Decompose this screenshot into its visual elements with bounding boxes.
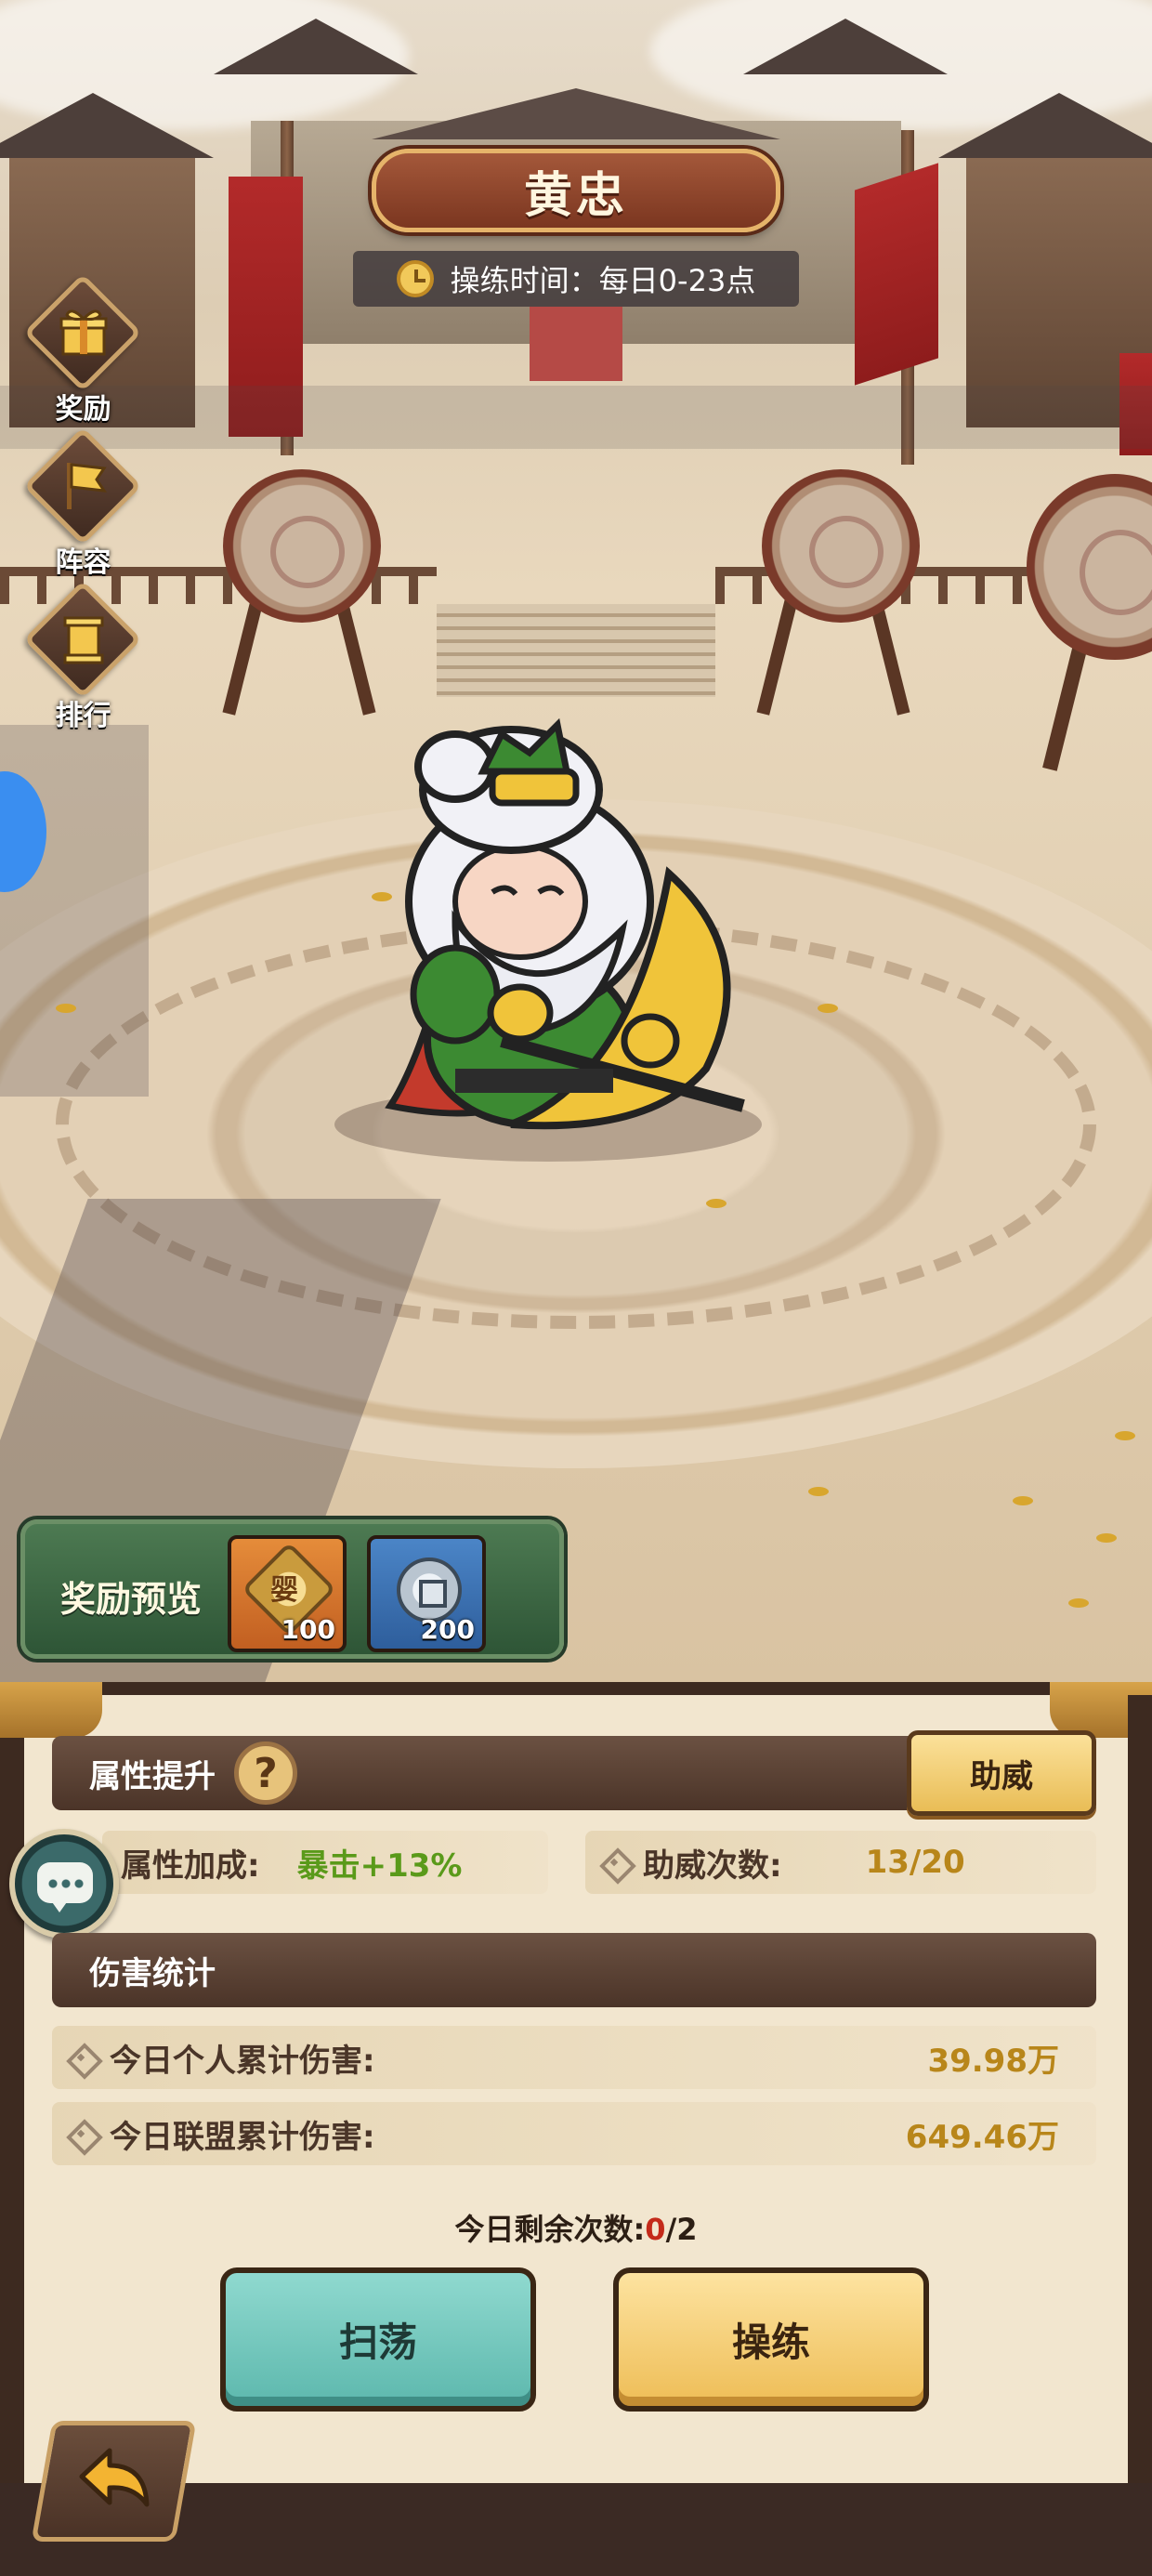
cheer-count-value: 13/20 [865,1844,965,1881]
side-label-ranking: 排行 [55,700,111,732]
personal-damage-value: 39.98万 [927,2042,1059,2080]
side-label-rewards: 奖励 [55,393,111,426]
attribute-bonus-label: 属性加成: [121,1847,260,1885]
attribute-bonus-row: 属性加成: 暴击+13% [102,1831,548,1894]
cheer-count-label: 助威次数: [643,1847,782,1885]
reward-preview-label: 奖励预览 [60,1579,203,1620]
diamond-bullet-icon [600,1848,628,1876]
diamond-bullet-icon [67,2120,95,2148]
remaining-label: 今日剩余次数: [454,2212,646,2247]
attribute-bonus-value: 暴击+13% [296,1847,463,1885]
reward-item-count: 200 [420,1614,475,1645]
side-button-ranking[interactable]: 排行 [20,580,146,739]
train-button[interactable]: 操练 [613,2267,929,2412]
damage-section-header: 伤害统计 [52,1933,1096,2007]
back-arrow-icon [79,2448,150,2507]
help-icon[interactable]: ? [234,1741,297,1805]
reward-preview-panel: 奖励预览 婴 100 200 [20,1519,564,1659]
alliance-damage-row: 今日联盟累计伤害: 649.46万 [52,2102,1096,2165]
hero-character-huang-zhong[interactable] [372,716,780,1152]
gift-icon [59,309,108,356]
hero-name-plate: 黄忠 [372,149,780,232]
training-time-bar: 操练时间：每日0-23点 [353,251,799,307]
remaining-used: 0 [645,2212,666,2247]
attribute-section-title: 属性提升 [89,1757,216,1795]
ranking-icon [63,616,104,664]
remaining-attempts: 今日剩余次数:0/2 [0,2206,1152,2249]
side-label-lineup: 阵容 [55,546,111,579]
chat-button[interactable] [9,1829,119,1939]
flag-icon [67,463,108,509]
alliance-damage-label: 今日联盟累计伤害: [110,2118,375,2156]
hero-name: 黄忠 [523,167,628,224]
alliance-damage-value: 649.46万 [905,2118,1059,2156]
side-button-rewards[interactable]: 奖励 [20,273,146,432]
sweep-button[interactable]: 扫荡 [220,2267,536,2412]
training-time-text: 操练时间：每日0-23点 [450,263,756,298]
cheer-count-row: 助威次数: 13/20 [585,1831,1096,1894]
personal-damage-row: 今日个人累计伤害: 39.98万 [52,2026,1096,2089]
diamond-bullet-icon [67,2044,95,2071]
reward-item-silver-coin[interactable]: 200 [367,1535,486,1652]
reward-item-medal[interactable]: 婴 100 [228,1535,347,1652]
reward-item-count: 100 [281,1614,335,1645]
cheer-button[interactable]: 助威 [907,1730,1096,1816]
clock-icon [396,260,434,297]
personal-damage-label: 今日个人累计伤害: [110,2042,375,2080]
side-button-lineup[interactable]: 阵容 [20,427,146,585]
remaining-total: /2 [665,2212,698,2247]
damage-section-title: 伤害统计 [89,1954,216,1992]
silver-coin-icon [397,1557,462,1623]
